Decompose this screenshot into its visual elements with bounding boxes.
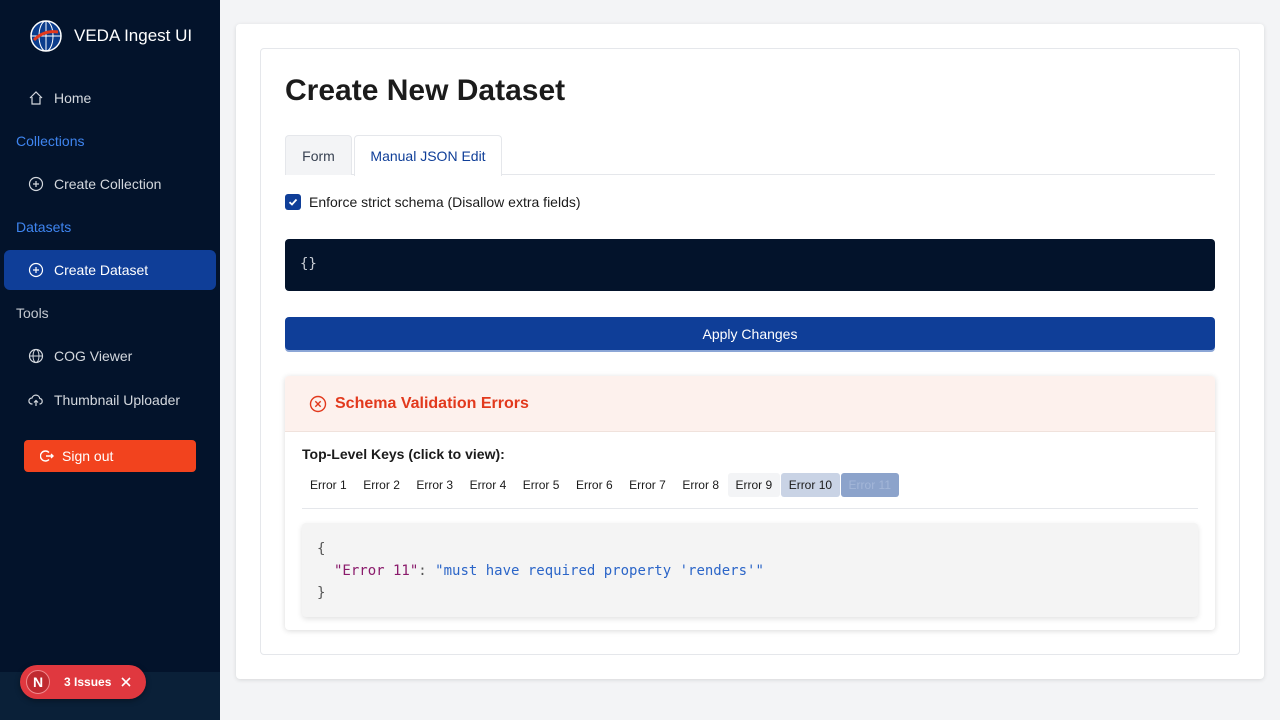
sidebar-item-home[interactable]: Home: [4, 78, 216, 118]
json-close-brace: }: [317, 585, 326, 601]
globe-icon: [28, 348, 44, 364]
json-value: "must have required property 'renders'": [435, 563, 764, 579]
nextjs-logo-icon: N: [26, 670, 50, 694]
close-icon[interactable]: [119, 675, 133, 689]
plus-circle-icon: [28, 176, 44, 192]
editor-tabs: Form Manual JSON Edit: [285, 135, 1215, 176]
error-key-button[interactable]: Error 2: [355, 473, 408, 497]
error-key-button[interactable]: Error 10: [780, 473, 841, 497]
sidebar-section-tools: Tools: [16, 305, 49, 321]
issues-count: 3 Issues: [64, 675, 112, 689]
sidebar-item-label: Create Collection: [54, 176, 162, 192]
json-open-brace: {: [317, 541, 326, 557]
error-json-view: { "Error 11": "must have required proper…: [302, 523, 1198, 617]
brand[interactable]: VEDA Ingest UI: [30, 20, 192, 52]
error-key-button[interactable]: Error 6: [568, 473, 621, 497]
json-editor[interactable]: {}: [285, 239, 1215, 291]
sidebar: VEDA Ingest UI Home Collections Create C…: [0, 0, 220, 720]
json-separator: :: [418, 563, 436, 579]
json-key: "Error 11": [334, 563, 419, 579]
error-key-button-selected[interactable]: Error 11: [840, 473, 900, 497]
sign-out-button[interactable]: Sign out: [24, 440, 196, 472]
error-keys: Error 1 Error 2 Error 3 Error 4 Error 5 …: [302, 473, 900, 497]
validation-errors-panel: Schema Validation Errors Top-Level Keys …: [285, 376, 1215, 630]
error-key-button[interactable]: Error 5: [515, 473, 568, 497]
error-key-button[interactable]: Error 1: [302, 473, 355, 497]
app-title: VEDA Ingest UI: [74, 26, 193, 45]
sidebar-item-create-collection[interactable]: Create Collection: [4, 164, 216, 204]
sidebar-item-create-dataset[interactable]: Create Dataset: [4, 250, 216, 290]
json-editor-content: {}: [300, 256, 317, 272]
sidebar-item-label: Thumbnail Uploader: [54, 392, 181, 408]
sidebar-section-collections: Collections: [16, 133, 85, 149]
error-key-button[interactable]: Error 9: [727, 473, 781, 497]
sidebar-item-label: Create Dataset: [54, 262, 149, 278]
cloud-upload-icon: [28, 394, 43, 406]
checkmark-icon: [288, 198, 298, 206]
error-circle-icon: [309, 395, 327, 412]
validation-errors-title: Schema Validation Errors: [335, 394, 529, 412]
plus-circle-icon: [28, 262, 44, 278]
validation-errors-header: Schema Validation Errors: [285, 376, 1215, 432]
strict-schema-option[interactable]: Enforce strict schema (Disallow extra fi…: [285, 194, 581, 210]
sidebar-item-thumbnail-uploader[interactable]: Thumbnail Uploader: [4, 380, 216, 420]
sign-out-icon: [40, 450, 54, 462]
top-level-keys-label: Top-Level Keys (click to view):: [302, 446, 505, 462]
divider: [302, 508, 1198, 509]
sidebar-item-label: COG Viewer: [54, 348, 133, 364]
json-entry: "Error 11": "must have required property…: [317, 560, 1183, 582]
error-key-button[interactable]: Error 7: [621, 473, 674, 497]
strict-schema-checkbox[interactable]: [285, 194, 301, 210]
page-title: Create New Dataset: [285, 74, 566, 107]
home-icon: [29, 91, 43, 105]
strict-schema-label: Enforce strict schema (Disallow extra fi…: [309, 194, 581, 210]
error-key-button[interactable]: Error 8: [674, 473, 727, 497]
sidebar-item-label: Home: [54, 90, 92, 106]
error-key-button[interactable]: Error 4: [462, 473, 515, 497]
issues-badge[interactable]: N 3 Issues: [20, 665, 146, 699]
sign-out-label: Sign out: [62, 448, 114, 464]
globe-logo-icon: [30, 20, 62, 52]
sidebar-item-cog-viewer[interactable]: COG Viewer: [4, 336, 216, 376]
tab-manual-json-edit[interactable]: Manual JSON Edit: [354, 135, 502, 176]
error-key-button[interactable]: Error 3: [408, 473, 461, 497]
tab-form[interactable]: Form: [285, 135, 352, 175]
apply-changes-button[interactable]: Apply Changes: [285, 317, 1215, 350]
sidebar-section-datasets: Datasets: [16, 219, 72, 235]
